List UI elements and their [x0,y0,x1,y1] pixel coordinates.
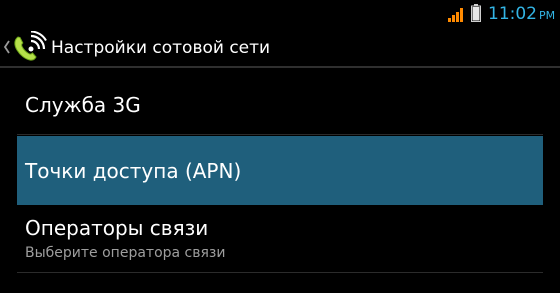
chevron-left-icon [3,40,10,54]
action-bar: Настройки сотовой сети [0,28,560,68]
screen: 11:02 PM Настройки сотовой сети Служба 3G [0,0,560,293]
list-item-label: Операторы связи [25,216,209,240]
list-divider [17,134,543,135]
phone-settings-icon [14,31,47,61]
list-item-label: Точки доступа (APN) [25,159,242,183]
list-item-network-operators[interactable]: Операторы связи Выберите оператора связи [0,205,560,275]
list-divider [17,272,543,273]
clock-ampm: PM [539,9,556,22]
status-bar: 11:02 PM [0,0,560,28]
list-item-label: Служба 3G [25,93,141,117]
signal-strength-icon [448,8,463,22]
clock: 11:02 PM [488,4,555,26]
battery-icon [471,4,481,22]
list-item-3g-service[interactable]: Служба 3G [0,68,560,136]
list-item-summary: Выберите оператора связи [25,245,226,261]
page-title: Настройки сотовой сети [51,38,271,58]
clock-time: 11:02 [488,4,537,24]
up-navigation-button[interactable] [0,28,48,68]
list-item-access-points[interactable]: Точки доступа (APN) [0,136,560,205]
